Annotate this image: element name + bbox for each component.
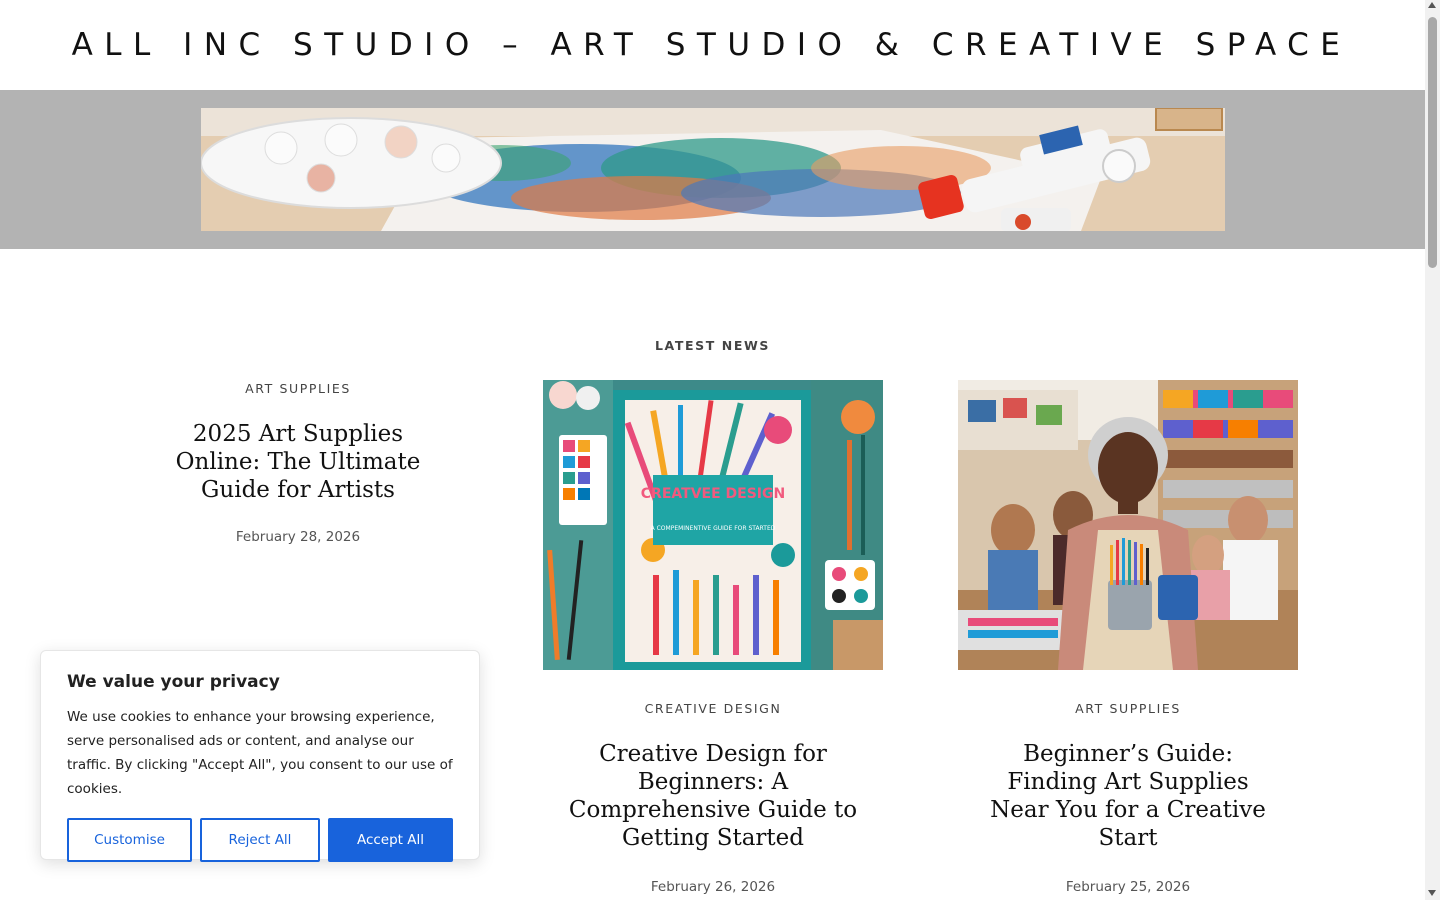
post-date: February 25, 2026 [1065,879,1191,895]
thumbnail-subtitle-text: A COMPEMINENTIVE GUIDE FOR STARTED [651,525,776,532]
hero-image [201,108,1225,231]
post-category-link[interactable]: CREATIVE DESIGN [543,701,883,716]
post-thumbnail-link[interactable] [958,380,1298,670]
cookie-message: We use cookies to enhance your browsing … [67,709,453,797]
post-title-link[interactable]: Beginner’s Guide: Finding Art Supplies N… [988,740,1268,852]
reject-all-button[interactable]: Reject All [200,818,320,862]
post-card: ART SUPPLIES Beginner’s Guide: Finding A… [958,380,1298,895]
cookie-consent-banner: We value your privacy We use cookies to … [40,650,480,862]
accept-all-button[interactable]: Accept All [328,818,453,862]
post-title-link[interactable]: 2025 Art Supplies Online: The Ultimate G… [163,420,433,504]
post-category-link[interactable]: ART SUPPLIES [958,701,1298,716]
post-card: CREATVEE DESIGN A COMPEMINENTIVE GUIDE F… [543,380,883,895]
hero-illustration [201,108,1225,231]
cookie-heading: We value your privacy [67,672,280,692]
latest-news-heading: LATEST NEWS [654,338,770,353]
post-thumbnail-image [958,380,1298,670]
page-scrollbar[interactable] [1425,0,1440,900]
scrollbar-thumb[interactable] [1428,17,1437,268]
post-date: February 26, 2026 [650,879,776,895]
post-thumbnail-image: CREATVEE DESIGN A COMPEMINENTIVE GUIDE F… [543,380,883,670]
post-date: February 28, 2026 [235,529,361,545]
scroll-up-arrow-icon[interactable] [1428,2,1436,8]
customise-button[interactable]: Customise [67,818,192,862]
scroll-down-arrow-icon[interactable] [1428,890,1436,896]
post-card: ART SUPPLIES 2025 Art Supplies Online: T… [128,380,468,545]
post-category-link[interactable]: ART SUPPLIES [128,381,468,396]
thumbnail-title-text: CREATVEE DESIGN [641,486,785,502]
post-thumbnail-link[interactable]: CREATVEE DESIGN A COMPEMINENTIVE GUIDE F… [543,380,883,670]
post-title-link[interactable]: Creative Design for Beginners: A Compreh… [563,740,863,852]
cookie-button-group: Customise Reject All Accept All [67,818,453,862]
site-title[interactable]: ALL INC STUDIO – ART STUDIO & CREATIVE S… [72,27,1352,63]
hero-banner [0,90,1425,249]
site-header: ALL INC STUDIO – ART STUDIO & CREATIVE S… [0,0,1425,90]
